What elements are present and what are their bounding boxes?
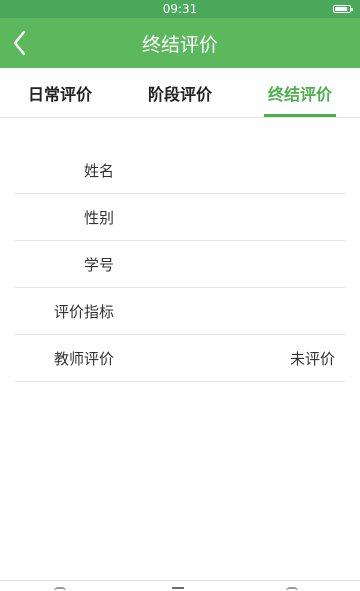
tab-daily-evaluation[interactable]: 日常评价 <box>0 68 120 118</box>
evaluation-tabs: 日常评价 阶段评价 终结评价 <box>0 68 360 118</box>
grid-icon[interactable] <box>172 587 184 591</box>
student-info-list: 姓名 性别 学号 评价指标 教师评价 未评价 <box>15 147 345 382</box>
back-button[interactable] <box>0 18 40 68</box>
teacher-evaluation-row[interactable]: 教师评价 未评价 <box>15 335 345 382</box>
student-id-label: 学号 <box>83 255 114 274</box>
gender-label: 性别 <box>83 208 114 227</box>
status-bar: 09:31 <box>0 0 360 18</box>
teacher-evaluation-status: 未评价 <box>289 349 335 368</box>
chevron-left-icon <box>13 30 26 56</box>
gender-row: 性别 <box>15 194 345 241</box>
student-id-row: 学号 <box>15 241 345 288</box>
teacher-evaluation-label: 教师评价 <box>53 349 114 368</box>
user-icon[interactable] <box>286 587 298 591</box>
home-icon[interactable] <box>54 587 66 591</box>
tab-final-evaluation[interactable]: 终结评价 <box>240 68 360 118</box>
name-label: 姓名 <box>83 161 114 180</box>
bottom-navigation <box>0 580 360 591</box>
battery-icon <box>333 5 353 13</box>
page-title: 终结评价 <box>141 33 218 56</box>
name-row: 姓名 <box>15 147 345 194</box>
status-time: 09:31 <box>162 2 198 16</box>
evaluation-criteria-row[interactable]: 评价指标 <box>15 288 345 335</box>
active-tab-indicator <box>264 114 336 117</box>
tab-stage-evaluation[interactable]: 阶段评价 <box>120 68 240 118</box>
evaluation-criteria-label: 评价指标 <box>53 302 114 321</box>
app-bar: 终结评价 <box>0 18 360 68</box>
battery-level-fill <box>335 7 347 11</box>
